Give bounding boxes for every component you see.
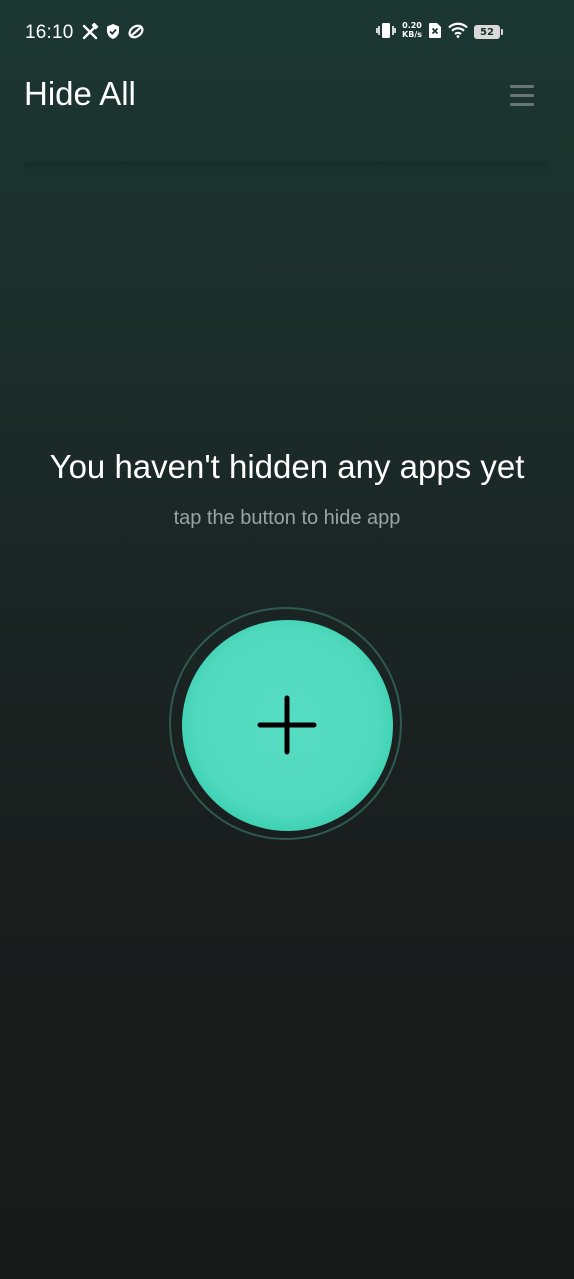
tools-icon [82,23,99,40]
network-speed: 0.20 KB/s [402,21,422,39]
net-speed-value: 0.20 [402,21,422,30]
sync-icon [128,24,144,39]
empty-state-title: You haven't hidden any apps yet [49,448,525,485]
status-right-icons: 0.20 KB/s [376,21,468,39]
status-bar: 16:10 0.20 KB/s 52 [0,0,574,66]
battery-indicator: 52 [474,25,503,39]
wifi-icon [448,22,468,38]
app-header: Hide All [0,66,574,126]
plus-icon [257,695,317,755]
no-sim-icon [429,22,441,38]
hamburger-menu-icon[interactable] [506,80,538,110]
empty-state-subtitle: tap the button to hide app [173,507,401,529]
shield-icon [107,24,119,39]
net-speed-unit: KB/s [402,30,422,39]
status-left-icons [82,23,145,40]
vibrate-icon [376,22,396,38]
app-title: Hide All [24,75,136,112]
header-divider [24,162,550,172]
status-time: 16:10 [25,22,74,43]
